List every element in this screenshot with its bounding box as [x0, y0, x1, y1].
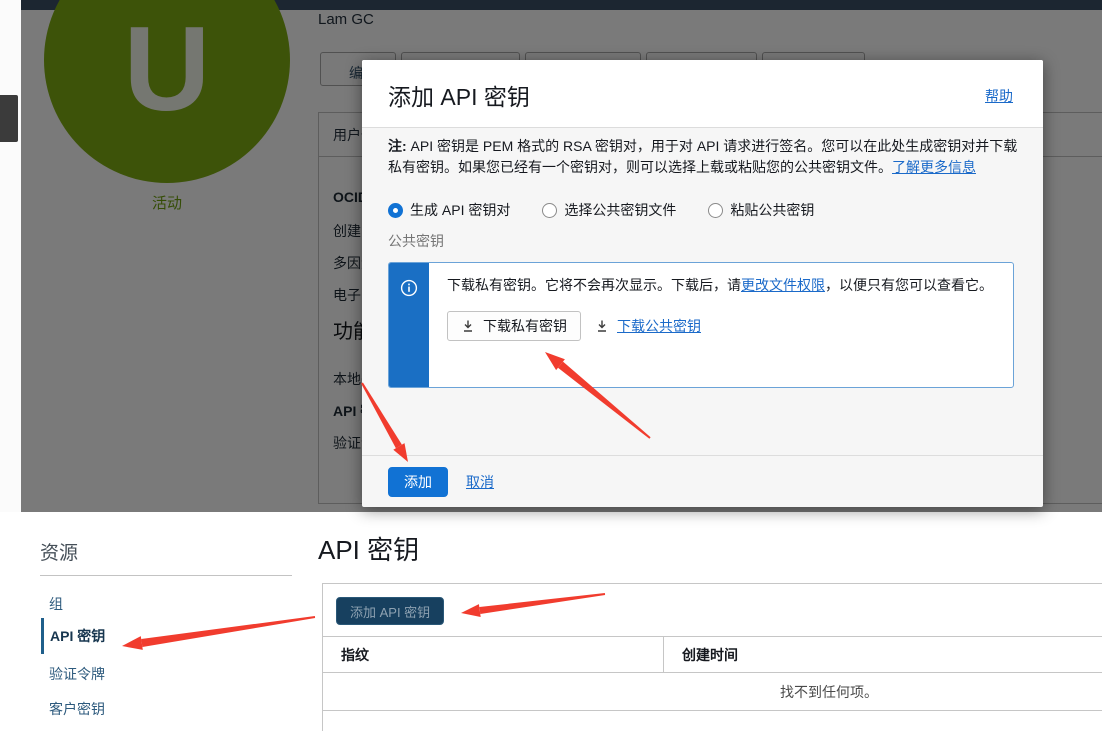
info-text-after: ，以便只有您可以查看它。: [825, 277, 993, 293]
table-header-row: 指纹 创建时间: [323, 636, 1102, 673]
info-content: 下载私有密钥。它将不会再次显示。下载后，请更改文件权限，以便只有您可以查看它。 …: [429, 263, 1013, 387]
download-private-key-label: 下载私有密钥: [483, 316, 567, 336]
screenshot-root: U 活动 Lam GC 编辑 用户信息 OCID: 创建时间: 多因素认证: 电…: [0, 0, 1102, 731]
dialog-note: 注: API 密钥是 PEM 格式的 RSA 密钥对，用于对 API 请求进行签…: [388, 136, 1022, 178]
dialog-footer: 添加 取消: [362, 455, 1043, 507]
api-keys-table: 指纹 创建时间 找不到任何项。: [323, 636, 1102, 711]
resources-heading: 资源: [40, 538, 78, 565]
info-icon: [400, 279, 418, 297]
learn-more-link[interactable]: 了解更多信息: [892, 159, 976, 175]
radio-label: 生成 API 密钥对: [410, 200, 510, 220]
add-api-key-dialog: 添加 API 密钥 帮助 注: API 密钥是 PEM 格式的 RSA 密钥对，…: [362, 60, 1043, 507]
sidebar-item-customer-secret-keys[interactable]: 客户密钥: [41, 699, 105, 719]
page-lower-section: 资源 组 API 密钥 验证令牌 客户密钥 API 密钥 添加 API 密钥 指…: [0, 512, 1102, 731]
radio-icon: [542, 203, 557, 218]
download-icon: [595, 319, 609, 333]
add-api-key-button[interactable]: 添加 API 密钥: [336, 597, 444, 625]
table-empty-message: 找不到任何项。: [323, 673, 1102, 711]
download-public-key-link[interactable]: 下载公共密钥: [595, 316, 701, 336]
radio-label: 选择公共密钥文件: [564, 200, 676, 220]
radio-generate-key-pair[interactable]: 生成 API 密钥对: [388, 200, 510, 220]
cancel-link[interactable]: 取消: [466, 472, 494, 492]
download-buttons-row: 下载私有密钥 下载公共密钥: [447, 311, 999, 341]
key-source-radios: 生成 API 密钥对 选择公共密钥文件 粘贴公共密钥: [388, 200, 814, 220]
add-button[interactable]: 添加: [388, 467, 448, 497]
resources-divider: [40, 575, 292, 576]
download-icon: [461, 319, 475, 333]
download-info-box: 下载私有密钥。它将不会再次显示。下载后，请更改文件权限，以便只有您可以查看它。 …: [388, 262, 1014, 388]
download-public-key-label[interactable]: 下载公共密钥: [617, 316, 701, 336]
info-text: 下载私有密钥。它将不会再次显示。下载后，请: [447, 277, 741, 293]
column-fingerprint: 指纹: [323, 637, 664, 672]
radio-label: 粘贴公共密钥: [730, 200, 814, 220]
change-permissions-link[interactable]: 更改文件权限: [741, 277, 825, 293]
column-created: 创建时间: [664, 637, 738, 672]
radio-choose-public-key-file[interactable]: 选择公共密钥文件: [542, 200, 676, 220]
download-private-key-button[interactable]: 下载私有密钥: [447, 311, 581, 341]
note-prefix: 注:: [388, 138, 407, 154]
sidebar-item-api-keys[interactable]: API 密钥: [41, 618, 105, 654]
radio-paste-public-key[interactable]: 粘贴公共密钥: [708, 200, 814, 220]
api-keys-panel: 添加 API 密钥 指纹 创建时间 找不到任何项。: [322, 583, 1102, 731]
radio-selected-icon: [388, 203, 403, 218]
info-strip: [389, 263, 429, 387]
help-link[interactable]: 帮助: [985, 86, 1013, 106]
radio-icon: [708, 203, 723, 218]
dialog-title: 添加 API 密钥: [388, 78, 530, 112]
public-key-label: 公共密钥: [388, 231, 444, 251]
side-handle: [0, 95, 18, 142]
api-keys-heading: API 密钥: [318, 530, 419, 567]
sidebar-item-auth-tokens[interactable]: 验证令牌: [41, 664, 105, 684]
sidebar-item-groups[interactable]: 组: [41, 594, 63, 614]
dialog-header: 添加 API 密钥 帮助: [362, 60, 1043, 128]
